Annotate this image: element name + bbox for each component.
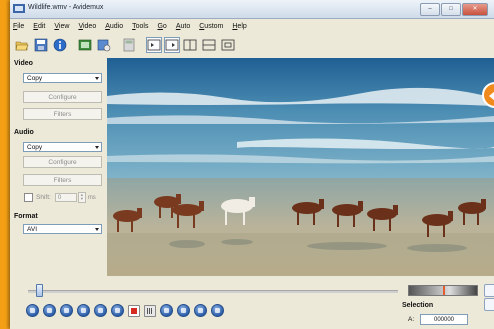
avidemux-app-icon: [13, 4, 25, 13]
side-view-button[interactable]: [182, 37, 198, 53]
save-icon: [34, 38, 48, 52]
extra-button[interactable]: [484, 298, 494, 311]
open-button[interactable]: [14, 37, 30, 53]
mark-icon[interactable]: [144, 304, 156, 317]
window-title: Wildlife.wmv - Avidemux: [28, 4, 104, 11]
stop-icon[interactable]: [43, 304, 56, 317]
audio-shift-row: Shift: 0 ▲ ▼ ms: [24, 192, 96, 203]
output-view-button[interactable]: [164, 37, 180, 53]
window-controls: – □ ✕: [419, 3, 488, 16]
playback-panel: Selection A: 000000: [10, 280, 494, 329]
last-frame-icon[interactable]: [211, 304, 224, 317]
chevron-down-icon: [95, 228, 99, 231]
calculator-icon: [123, 38, 135, 52]
menu-auto[interactable]: Auto: [176, 23, 190, 30]
top-bottom-view-button[interactable]: [201, 37, 217, 53]
audio-filters-button[interactable]: Filters: [23, 174, 102, 186]
menu-audio[interactable]: Audio: [105, 23, 123, 30]
minimize-button[interactable]: –: [420, 3, 440, 16]
previous-keyframe-icon[interactable]: [94, 304, 107, 317]
title-bar: Wildlife.wmv - Avidemux – □ ✕: [10, 0, 494, 19]
film-button[interactable]: [77, 37, 93, 53]
audio-configure-button[interactable]: Configure: [23, 156, 102, 168]
previous-frame-icon[interactable]: [60, 304, 73, 317]
save-video-button[interactable]: [96, 37, 112, 53]
format-section-title: Format: [14, 213, 38, 220]
close-button[interactable]: ✕: [462, 3, 488, 16]
record-icon[interactable]: [128, 304, 140, 317]
menu-go[interactable]: Go: [157, 23, 166, 30]
first-frame-icon[interactable]: [194, 304, 207, 317]
video-configure-button[interactable]: Configure: [23, 91, 102, 103]
playback-controls: [26, 304, 228, 317]
format-select[interactable]: AVI: [23, 224, 102, 234]
film-icon: [78, 39, 92, 51]
video-section-title: Video: [14, 60, 33, 67]
shift-checkbox[interactable]: [24, 193, 33, 202]
input-view-icon: [147, 39, 161, 51]
maximize-button[interactable]: □: [441, 3, 461, 16]
main-toolbar: [14, 35, 239, 55]
side-view-icon: [183, 39, 197, 51]
format-value: AVI: [27, 226, 37, 233]
menu-file[interactable]: File: [13, 23, 24, 30]
audio-codec-select[interactable]: Copy: [23, 142, 102, 152]
menu-tools[interactable]: Tools: [132, 23, 148, 30]
separate-view-icon: [221, 39, 235, 51]
marker-a-label: A:: [408, 316, 415, 323]
video-codec-value: Copy: [27, 75, 43, 82]
avidemux-window: Wildlife.wmv - Avidemux – □ ✕ File Edit …: [10, 0, 494, 329]
menu-bar: File Edit View Video Audio Tools Go Auto…: [10, 19, 494, 33]
input-view-button[interactable]: [146, 37, 162, 53]
open-icon: [15, 41, 29, 51]
audio-codec-value: Copy: [27, 144, 43, 151]
set-marker-b-icon[interactable]: [177, 304, 190, 317]
play-icon[interactable]: [26, 304, 39, 317]
wild-horses-video-frame: [107, 58, 494, 276]
shift-unit: ms: [87, 194, 96, 201]
timeline-slider-thumb[interactable]: [36, 284, 44, 297]
marker-a-field[interactable]: 000000: [420, 314, 468, 325]
menu-edit[interactable]: Edit: [33, 23, 45, 30]
shift-label: Shift:: [36, 194, 51, 201]
chevron-down-icon: [95, 77, 99, 80]
video-codec-select[interactable]: Copy: [23, 73, 102, 83]
save-video-icon: [97, 39, 111, 52]
audio-section-title: Audio: [14, 129, 34, 136]
video-filters-button[interactable]: Filters: [23, 108, 102, 120]
shift-value-field[interactable]: 0: [54, 193, 77, 202]
refresh-button[interactable]: [484, 284, 494, 297]
timeline-slider[interactable]: [28, 290, 398, 293]
selection-title: Selection: [402, 302, 434, 309]
info-button[interactable]: [52, 37, 68, 53]
menu-view[interactable]: View: [54, 23, 69, 30]
set-marker-a-icon[interactable]: [160, 304, 173, 317]
menu-video[interactable]: Video: [78, 23, 96, 30]
next-frame-icon[interactable]: [77, 304, 90, 317]
top-bottom-view-icon: [202, 39, 216, 51]
settings-panel: Video Copy Configure Filters Audio Copy …: [10, 58, 106, 275]
save-button[interactable]: [33, 37, 49, 53]
next-keyframe-icon[interactable]: [111, 304, 124, 317]
calculator-button[interactable]: [121, 37, 137, 53]
menu-help[interactable]: Help: [232, 23, 246, 30]
menu-custom[interactable]: Custom: [199, 23, 223, 30]
chevron-down-icon: [95, 146, 99, 149]
shift-spinner[interactable]: ▲ ▼: [77, 192, 86, 203]
separate-view-button[interactable]: [220, 37, 236, 53]
volume-indicator: [443, 286, 445, 295]
video-preview: [107, 58, 494, 276]
output-view-icon: [165, 39, 179, 51]
info-icon: [53, 38, 67, 52]
